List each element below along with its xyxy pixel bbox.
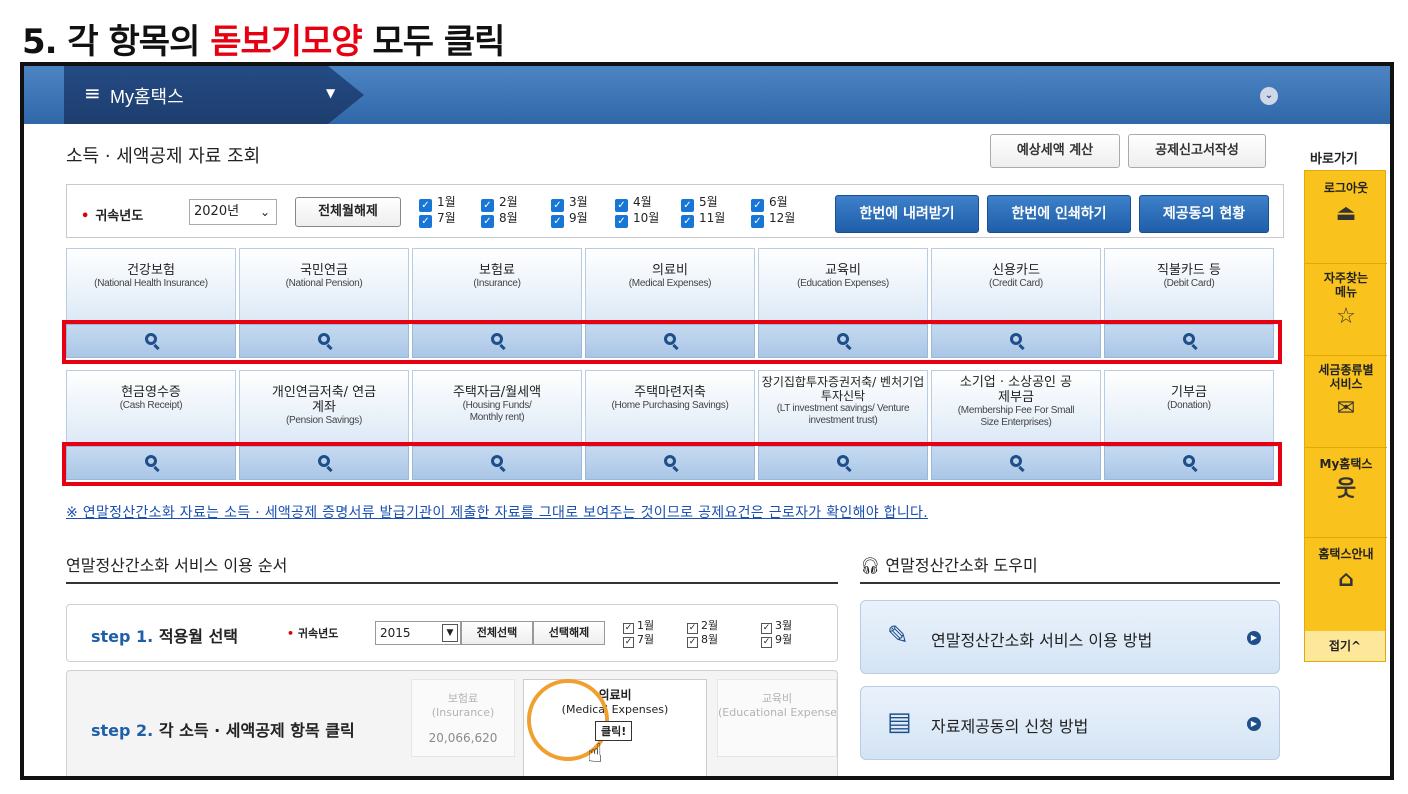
year-label: • 귀속년도 xyxy=(81,209,144,224)
hamburger-menu-icon[interactable]: ≡ xyxy=(84,81,101,105)
order-divider xyxy=(66,582,838,584)
help-service-usage[interactable]: ✎ 연말정산간소화 서비스 이용 방법 ▶ xyxy=(860,600,1280,674)
caret-down-icon[interactable]: ▼ xyxy=(326,86,335,100)
category-donation[interactable]: 기부금 (Donation) xyxy=(1104,370,1274,444)
month-1-checkbox[interactable]: ✓ 1월 xyxy=(419,195,456,212)
month-6-checkbox[interactable]: ✓ 6월 xyxy=(751,195,788,212)
arrow-right-icon: ▶ xyxy=(1247,631,1261,645)
month-12-checkbox[interactable]: ✓ 12월 xyxy=(751,211,795,228)
mail-icon: ✉ xyxy=(1336,396,1356,421)
month-11-checkbox[interactable]: ✓ 11월 xyxy=(681,211,725,228)
year-select[interactable]: 2020년 ⌄ xyxy=(189,199,277,225)
month-10-checkbox[interactable]: ✓ 10월 xyxy=(615,211,659,228)
category-debit-card[interactable]: 직불카드 등 (Debit Card) xyxy=(1104,248,1274,322)
category-home-savings[interactable]: 주택마련저축 (Home Purchasing Savings) xyxy=(585,370,755,444)
estimate-tax-button[interactable]: 예상세액 계산 xyxy=(990,134,1120,168)
chevron-down-icon[interactable]: ⌄ xyxy=(1260,87,1278,105)
step1-month-8[interactable]: ✓ 8월 xyxy=(687,631,718,648)
caption-highlight: 돋보기모양 xyxy=(210,22,362,62)
write-report-button[interactable]: 공제신고서작성 xyxy=(1128,134,1266,168)
month-4-checkbox[interactable]: ✓ 4월 xyxy=(615,195,652,212)
print-all-button[interactable]: 한번에 인쇄하기 xyxy=(987,195,1131,233)
screenshot-frame: ≡ My홈택스 ▼ ⌄ 바로가기 로그아웃 ⏏ 자주찾는 메뉴 ☆ 세금종류별 … xyxy=(20,62,1394,780)
dropdown-icon: ⌄ xyxy=(259,205,270,219)
help-consent-application[interactable]: ▤ 자료제공동의 신청 방법 ▶ xyxy=(860,686,1280,760)
step1-box: step 1. 적용월 선택 • 귀속년도 2015 ▼ 전체선택 선택해제 ✓ 1… xyxy=(66,604,838,662)
notice-link[interactable]: ※ 연말정산간소화 자료는 소득 · 세액공제 증명서류 발급기관이 제출한 자… xyxy=(66,502,928,522)
quick-my-hometax[interactable]: My홈택스 웃 xyxy=(1305,455,1387,502)
edit-document-icon: ✎ xyxy=(887,621,909,651)
quick-logout[interactable]: 로그아웃 ⏏ xyxy=(1305,179,1387,226)
my-hometax-tab[interactable] xyxy=(64,66,364,124)
caption-prefix: 5. 각 항목의 xyxy=(22,22,211,62)
nav-title[interactable]: My홈택스 xyxy=(110,83,184,109)
category-education[interactable]: 교육비 (Education Expenses) xyxy=(758,248,928,322)
step1-year-select[interactable]: 2015 ▼ xyxy=(375,621,461,645)
category-national-pension[interactable]: 국민연금 (National Pension) xyxy=(239,248,409,322)
order-section-title: 연말정산간소화 서비스 이용 순서 xyxy=(66,556,288,575)
step1-year-label: • 귀속년도 xyxy=(287,627,339,640)
step1-month-9[interactable]: ✓ 9월 xyxy=(761,631,792,648)
category-small-business[interactable]: 소기업 · 소상공인 공제부금 (Membership Fee For Small… xyxy=(931,370,1101,444)
instruction-caption: 5. 각 항목의 돋보기모양 모두 클릭 xyxy=(22,14,505,63)
category-pension-savings[interactable]: 개인연금저축/ 연금계좌 (Pension Savings) xyxy=(239,370,409,444)
category-credit-card[interactable]: 신용카드 (Credit Card) xyxy=(931,248,1101,322)
user-icon: 웃 xyxy=(1335,477,1357,502)
category-housing-funds[interactable]: 주택자금/월세액 (Housing Funds/ Monthly rent) xyxy=(412,370,582,444)
hand-cursor-icon: ☝ xyxy=(587,739,603,769)
category-lt-investment[interactable]: 장기집합투자증권저축/ 벤처기업투자신탁 (LT investment savin… xyxy=(758,370,928,444)
quick-my-hometax-label: My홈택스 xyxy=(1319,457,1373,471)
step2-education-card: 교육비 (Educational Expenses) xyxy=(717,679,837,757)
top-nav-bar: ≡ My홈택스 ▼ ⌄ xyxy=(24,66,1390,124)
arrow-right-icon: ▶ xyxy=(1247,717,1261,731)
quick-tax-services[interactable]: 세금종류별 서비스 ✉ xyxy=(1305,363,1387,421)
step1-label: step 1. 적용월 선택 xyxy=(91,627,239,646)
quick-hometax-guide[interactable]: 홈택스안내 ⌂ xyxy=(1305,545,1387,592)
highlight-box-row2 xyxy=(62,442,1282,486)
quick-bar: 로그아웃 ⏏ 자주찾는 메뉴 ☆ 세금종류별 서비스 ✉ My홈택스 웃 홈택스… xyxy=(1304,170,1387,662)
step1-clear-button[interactable]: 선택해제 xyxy=(533,621,605,645)
step2-label: step 2. 각 소득 · 세액공제 항목 클릭 xyxy=(91,721,355,740)
category-cash-receipt[interactable]: 현금영수증 (Cash Receipt) xyxy=(66,370,236,444)
helper-section-title: 🎧︎ 연말정산간소화 도우미 xyxy=(860,556,1038,575)
quick-tax-services-label: 세금종류별 서비스 xyxy=(1318,363,1374,391)
home-icon: ⌂ xyxy=(1338,567,1354,592)
month-8-checkbox[interactable]: ✓ 8월 xyxy=(481,211,518,228)
quick-favorites-label: 자주찾는 메뉴 xyxy=(1323,271,1369,299)
quick-bar-label: 바로가기 xyxy=(1310,152,1358,167)
download-all-button[interactable]: 한번에 내려받기 xyxy=(835,195,979,233)
month-9-checkbox[interactable]: ✓ 9월 xyxy=(551,211,588,228)
category-medical[interactable]: 의료비 (Medical Expenses) xyxy=(585,248,755,322)
month-5-checkbox[interactable]: ✓ 5월 xyxy=(681,195,718,212)
month-3-checkbox[interactable]: ✓ 3월 xyxy=(551,195,588,212)
quick-hometax-guide-label: 홈택스안내 xyxy=(1318,547,1374,561)
filter-bar: • 귀속년도 2020년 ⌄ 전체월해제 ✓ 1월 ✓ 7월 ✓ 2월 ✓ 8월 ✓ 3월 ✓… xyxy=(66,184,1284,238)
star-icon: ☆ xyxy=(1336,304,1356,329)
step2-box: step 2. 각 소득 · 세액공제 항목 클릭 보험료 (Insurance… xyxy=(66,670,838,776)
document-icon: ▤ xyxy=(887,707,912,737)
click-tooltip: 클릭! xyxy=(595,721,633,741)
month-7-checkbox[interactable]: ✓ 7월 xyxy=(419,211,456,228)
step2-insurance-card: 보험료 (Insurance) 20,066,620 xyxy=(411,679,515,757)
month-2-checkbox[interactable]: ✓ 2월 xyxy=(481,195,518,212)
step1-month-7[interactable]: ✓ 7월 xyxy=(623,631,654,648)
unselect-all-months-button[interactable]: 전체월해제 xyxy=(295,197,401,227)
category-insurance[interactable]: 보험료 (Insurance) xyxy=(412,248,582,322)
consent-status-button[interactable]: 제공동의 현황 xyxy=(1139,195,1269,233)
helper-divider xyxy=(860,582,1280,584)
category-health-insurance[interactable]: 건강보험 (National Health Insurance) xyxy=(66,248,236,322)
quick-favorites[interactable]: 자주찾는 메뉴 ☆ xyxy=(1305,271,1387,329)
quick-collapse-button[interactable]: 접기^ xyxy=(1305,631,1385,661)
highlight-box-row1 xyxy=(62,320,1282,364)
step1-select-all-button[interactable]: 전체선택 xyxy=(461,621,533,645)
headset-icon: 🎧︎ xyxy=(860,556,881,575)
quick-logout-label: 로그아웃 xyxy=(1323,181,1369,195)
logout-icon: ⏏ xyxy=(1335,201,1357,226)
caption-suffix: 모두 클릭 xyxy=(361,22,505,62)
page-title: 소득 · 세액공제 자료 조회 xyxy=(66,146,261,167)
dropdown-icon: ▼ xyxy=(442,624,458,642)
